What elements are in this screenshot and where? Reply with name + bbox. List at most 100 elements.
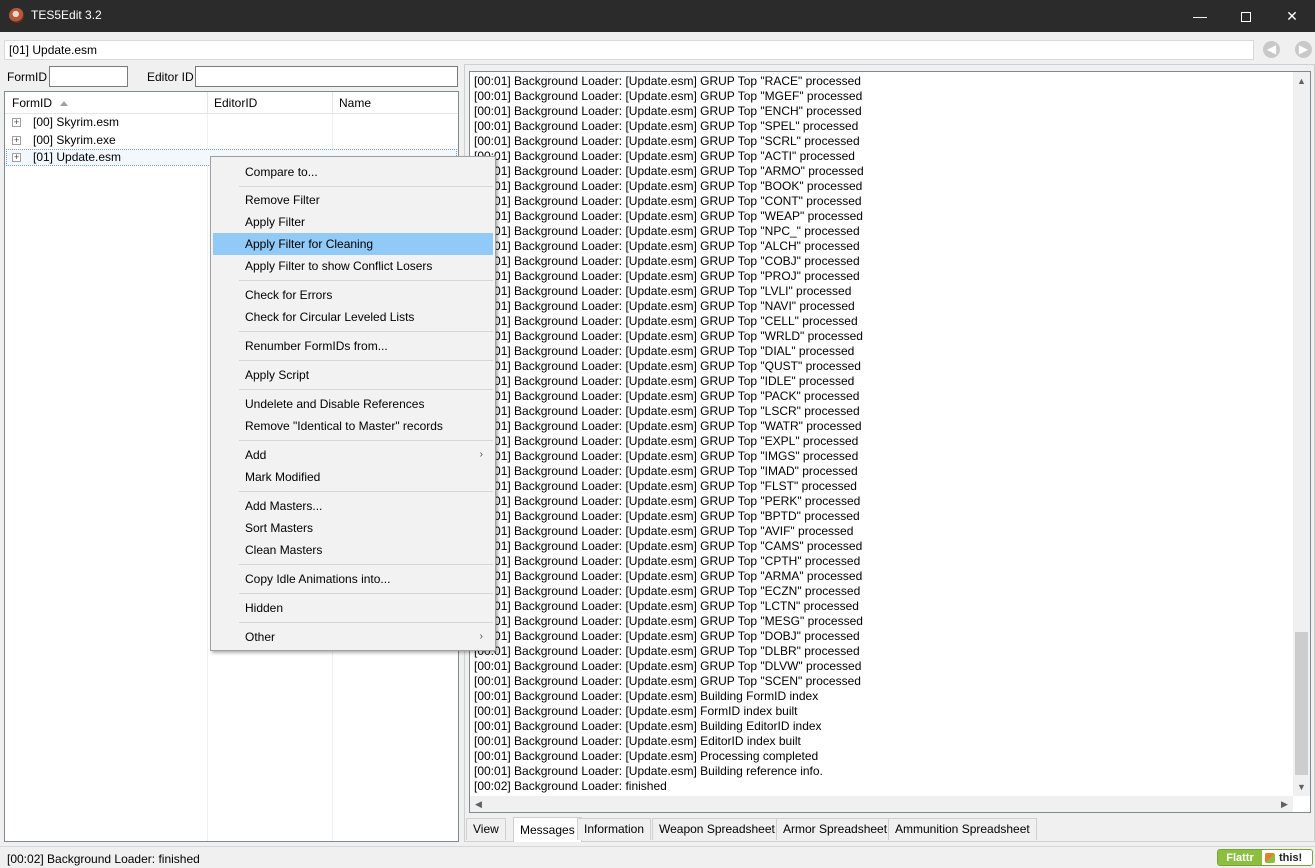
- horizontal-scrollbar[interactable]: [470, 796, 1293, 812]
- minimize-icon: —: [1193, 8, 1207, 24]
- message-line: [00:01] Background Loader: [Update.esm] …: [474, 479, 857, 493]
- message-line: [00:01] Background Loader: [Update.esm] …: [474, 644, 860, 658]
- tree-row[interactable]: + [00] Skyrim.esm: [6, 114, 457, 131]
- flattr-icon: [1265, 853, 1275, 863]
- menu-item-clean-masters[interactable]: Clean Masters: [213, 539, 493, 561]
- menu-item-sort-masters[interactable]: Sort Masters: [213, 517, 493, 539]
- tab-messages[interactable]: Messages: [513, 817, 582, 842]
- message-line: [00:01] Background Loader: [Update.esm] …: [474, 689, 819, 703]
- expand-icon[interactable]: +: [12, 153, 21, 162]
- message-line: [00:01] Background Loader: [Update.esm] …: [474, 764, 823, 778]
- status-text: [00:02] Background Loader: finished: [7, 852, 200, 866]
- tab-ammunition-spreadsheet[interactable]: Ammunition Spreadsheet: [888, 818, 1037, 840]
- message-line: [00:01] Background Loader: [Update.esm] …: [474, 89, 863, 103]
- tab-view[interactable]: View: [466, 818, 506, 840]
- expand-icon[interactable]: +: [12, 136, 21, 145]
- formid-filter-input[interactable]: [49, 66, 128, 87]
- scroll-up-icon[interactable]: ▲: [1297, 76, 1306, 86]
- menu-item-renumber-formids[interactable]: Renumber FormIDs from...: [213, 335, 493, 357]
- message-line: [00:01] Background Loader: [Update.esm] …: [474, 569, 863, 583]
- message-line: [00:01] Background Loader: [Update.esm] …: [474, 524, 854, 538]
- arrow-right-icon: ▶: [1298, 42, 1309, 56]
- menu-item-copy-idle-animations[interactable]: Copy Idle Animations into...: [213, 568, 493, 590]
- menu-item-hidden[interactable]: Hidden: [213, 597, 493, 619]
- message-line: [00:01] Background Loader: [Update.esm] …: [474, 344, 855, 358]
- app-icon: [9, 8, 24, 23]
- message-line: [00:01] Background Loader: [Update.esm] …: [474, 239, 860, 253]
- tree-row[interactable]: + [00] Skyrim.exe: [6, 132, 457, 149]
- tree-row-label: [00] Skyrim.esm: [33, 115, 120, 129]
- message-line: [00:01] Background Loader: [Update.esm] …: [474, 314, 858, 328]
- message-line: [00:01] Background Loader: [Update.esm] …: [474, 749, 819, 763]
- editorid-filter-label: Editor ID: [147, 70, 194, 84]
- column-header-formid[interactable]: FormID: [12, 96, 68, 110]
- menu-item-remove-identical-to-master[interactable]: Remove "Identical to Master" records: [213, 415, 493, 437]
- messages-log[interactable]: [00:01] Background Loader: [Update.esm] …: [469, 71, 1311, 813]
- menu-item-add[interactable]: Add ›: [213, 444, 493, 466]
- maximize-button[interactable]: [1223, 0, 1269, 32]
- tab-weapon-spreadsheet[interactable]: Weapon Spreadsheet: [652, 818, 782, 840]
- message-line: [00:01] Background Loader: [Update.esm] …: [474, 254, 860, 268]
- message-line: [00:01] Background Loader: [Update.esm] …: [474, 719, 822, 733]
- menu-item-apply-filter-conflict-losers[interactable]: Apply Filter to show Conflict Losers: [213, 255, 493, 277]
- column-header-name[interactable]: Name: [339, 96, 371, 110]
- forward-button[interactable]: ▶: [1295, 41, 1312, 58]
- message-line: [00:01] Background Loader: [Update.esm] …: [474, 194, 862, 208]
- minimize-button[interactable]: —: [1177, 0, 1223, 32]
- menu-item-mark-modified[interactable]: Mark Modified: [213, 466, 493, 488]
- sort-ascending-icon: [60, 101, 68, 107]
- message-line: [00:01] Background Loader: [Update.esm] …: [474, 329, 863, 343]
- message-line: [00:01] Background Loader: [Update.esm] …: [474, 629, 860, 643]
- message-line: [00:01] Background Loader: [Update.esm] …: [474, 134, 860, 148]
- message-line: [00:01] Background Loader: [Update.esm] …: [474, 359, 861, 373]
- message-line: [00:01] Background Loader: [Update.esm] …: [474, 419, 862, 433]
- menu-item-apply-filter-for-cleaning[interactable]: Apply Filter for Cleaning: [213, 233, 493, 255]
- editorid-filter-input[interactable]: [195, 66, 458, 87]
- message-line: [00:01] Background Loader: [Update.esm] …: [474, 404, 860, 418]
- menu-item-check-circular-leveled-lists[interactable]: Check for Circular Leveled Lists: [213, 306, 493, 328]
- menu-item-other[interactable]: Other ›: [213, 626, 493, 648]
- context-menu: Compare to... Remove Filter Apply Filter…: [210, 156, 496, 651]
- message-line: [00:01] Background Loader: [Update.esm] …: [474, 614, 863, 628]
- message-line: [00:01] Background Loader: [Update.esm] …: [474, 209, 863, 223]
- message-line: [00:01] Background Loader: [Update.esm] …: [474, 599, 859, 613]
- message-line: [00:01] Background Loader: [Update.esm] …: [474, 704, 798, 718]
- message-line: [00:01] Background Loader: [Update.esm] …: [474, 584, 861, 598]
- message-line: [00:01] Background Loader: [Update.esm] …: [474, 509, 860, 523]
- menu-item-check-for-errors[interactable]: Check for Errors: [213, 284, 493, 306]
- message-line: [00:01] Background Loader: [Update.esm] …: [474, 554, 861, 568]
- status-bar: [00:02] Background Loader: finished: [0, 846, 1315, 868]
- menu-item-apply-script[interactable]: Apply Script: [213, 364, 493, 386]
- message-line: [00:01] Background Loader: [Update.esm] …: [474, 659, 862, 673]
- message-line: [00:01] Background Loader: [Update.esm] …: [474, 164, 864, 178]
- message-line: [00:01] Background Loader: [Update.esm] …: [474, 449, 859, 463]
- submenu-arrow-icon: ›: [479, 631, 483, 642]
- tree-row-label: [01] Update.esm: [33, 150, 122, 164]
- menu-item-add-masters[interactable]: Add Masters...: [213, 495, 493, 517]
- tab-armor-spreadsheet[interactable]: Armor Spreadsheet: [776, 818, 895, 840]
- expand-icon[interactable]: +: [12, 118, 21, 127]
- menu-item-remove-filter[interactable]: Remove Filter: [213, 189, 493, 211]
- message-line: [00:01] Background Loader: [Update.esm] …: [474, 284, 852, 298]
- arrow-left-icon: ◀: [1266, 42, 1277, 56]
- message-line: [00:01] Background Loader: [Update.esm] …: [474, 269, 860, 283]
- scroll-right-icon[interactable]: ▶: [1281, 799, 1288, 810]
- message-line: [00:01] Background Loader: [Update.esm] …: [474, 389, 860, 403]
- message-line: [00:01] Background Loader: [Update.esm] …: [474, 149, 855, 163]
- scroll-down-icon[interactable]: ▼: [1297, 782, 1306, 792]
- close-button[interactable]: ✕: [1269, 0, 1315, 32]
- menu-item-apply-filter[interactable]: Apply Filter: [213, 211, 493, 233]
- menu-item-undelete-disable-references[interactable]: Undelete and Disable References: [213, 393, 493, 415]
- current-file-field[interactable]: [01] Update.esm: [4, 40, 1254, 60]
- tab-information[interactable]: Information: [577, 818, 652, 840]
- submenu-arrow-icon: ›: [479, 449, 483, 460]
- scroll-left-icon[interactable]: ◀: [475, 799, 482, 810]
- column-header-editorid[interactable]: EditorID: [214, 96, 257, 110]
- back-button[interactable]: ◀: [1263, 41, 1280, 58]
- flattr-button[interactable]: Flattr this!: [1217, 849, 1313, 866]
- messages-lines: [00:01] Background Loader: [Update.esm] …: [474, 74, 1294, 794]
- menu-item-compare-to[interactable]: Compare to...: [213, 161, 493, 183]
- message-line: [00:02] Background Loader: finished: [474, 779, 667, 793]
- vertical-scroll-thumb[interactable]: [1295, 632, 1308, 775]
- message-line: [00:01] Background Loader: [Update.esm] …: [474, 74, 861, 88]
